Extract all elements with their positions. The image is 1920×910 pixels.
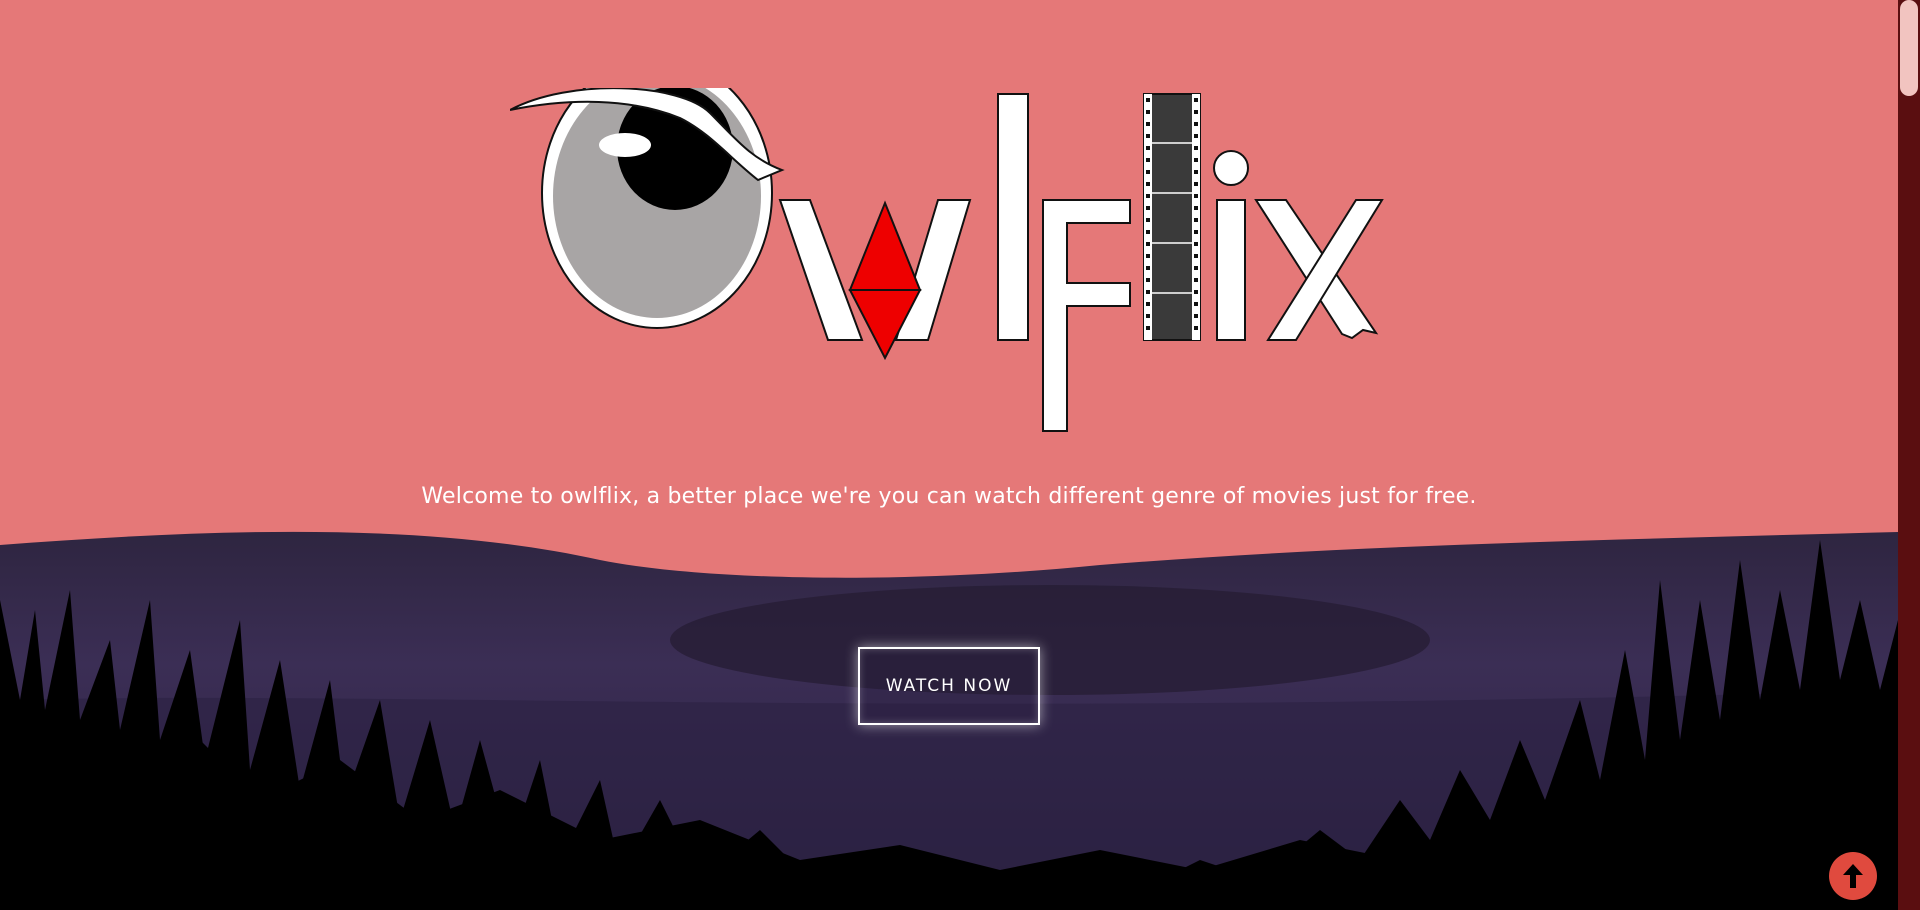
arrow-up-icon bbox=[1843, 864, 1863, 888]
scrollbar-thumb[interactable] bbox=[1900, 0, 1918, 96]
letter-f bbox=[1042, 199, 1131, 432]
letter-w bbox=[778, 199, 972, 361]
back-to-top-button[interactable] bbox=[1829, 852, 1877, 900]
owlflix-logo bbox=[510, 88, 1384, 432]
eye-icon bbox=[510, 88, 785, 329]
watch-now-label: WATCH NOW bbox=[885, 676, 1013, 696]
hero-section: Welcome to owlflix, a better place we're… bbox=[0, 0, 1898, 910]
welcome-tagline: Welcome to owlflix, a better place we're… bbox=[421, 484, 1477, 509]
letter-i bbox=[1213, 150, 1249, 341]
film-strip-icon bbox=[1143, 93, 1201, 341]
page-scrollbar[interactable] bbox=[1898, 0, 1920, 910]
letter-x bbox=[1254, 199, 1384, 341]
letter-l bbox=[997, 93, 1029, 341]
watch-now-button[interactable]: WATCH NOW bbox=[858, 647, 1040, 725]
